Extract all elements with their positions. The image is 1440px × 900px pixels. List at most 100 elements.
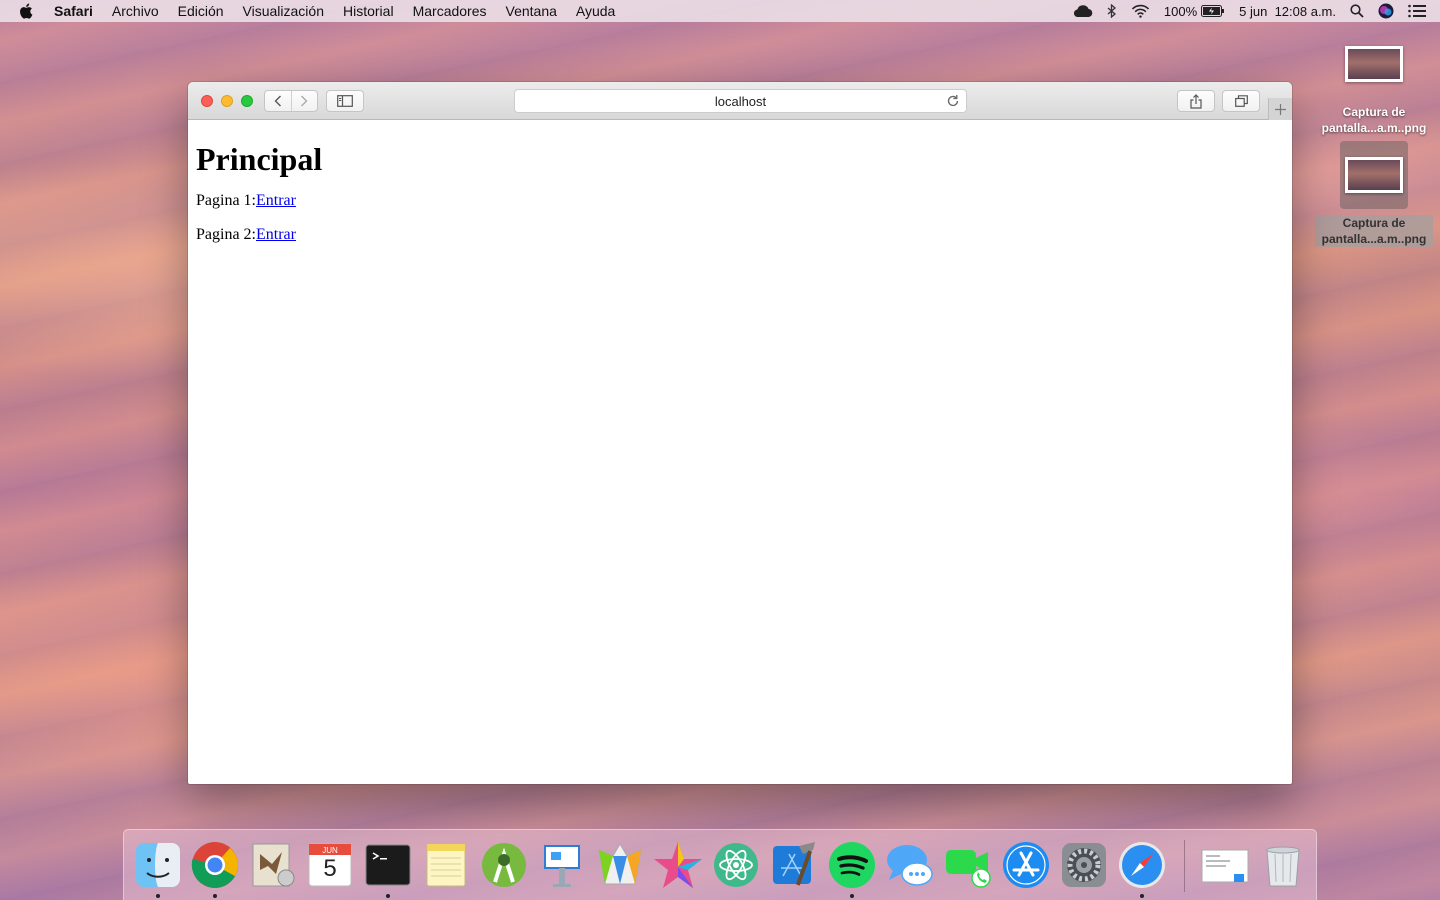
gear-icon — [1062, 843, 1106, 887]
dock-keynote[interactable] — [537, 840, 587, 890]
fullscreen-window-button[interactable] — [241, 95, 253, 107]
page-1-enter-link[interactable]: Entrar — [256, 192, 296, 209]
android-studio-icon — [482, 843, 526, 887]
dock-downloads-stack[interactable] — [1200, 840, 1250, 890]
new-tab-button[interactable] — [1268, 98, 1292, 120]
minimize-window-button[interactable] — [221, 95, 233, 107]
running-indicator — [1140, 894, 1144, 898]
atom-icon — [714, 843, 758, 887]
back-button[interactable] — [265, 91, 291, 111]
safari-icon — [1119, 842, 1165, 888]
design-app-icon — [598, 843, 642, 885]
menu-ayuda[interactable]: Ayuda — [576, 3, 615, 19]
notification-center-icon[interactable] — [1408, 4, 1426, 18]
dock-spotify[interactable] — [827, 840, 877, 898]
sidebar-toggle-button[interactable] — [326, 90, 364, 112]
running-indicator — [213, 894, 217, 898]
cloud-icon[interactable] — [1071, 4, 1093, 18]
dock-system-preferences[interactable] — [1059, 840, 1109, 890]
forward-button[interactable] — [290, 91, 317, 111]
trash-icon — [1266, 846, 1300, 887]
dock-chrome[interactable] — [190, 840, 240, 898]
file-label: Captura de pantalla...a.m..png — [1315, 215, 1433, 247]
battery-percent: 100% — [1163, 3, 1198, 19]
page-heading: Principal — [196, 141, 323, 177]
bluetooth-icon[interactable] — [1107, 4, 1117, 18]
dock-messages[interactable] — [885, 840, 935, 890]
dock-calendar[interactable]: JUN 5 — [305, 840, 355, 890]
menu-visualizacion[interactable]: Visualización — [243, 3, 324, 19]
wifi-icon[interactable] — [1131, 4, 1150, 18]
tabs-icon — [1234, 95, 1248, 107]
spotlight-search-icon[interactable] — [1350, 4, 1364, 18]
desktop-file-screenshot-2[interactable]: Captura de pantalla...a.m..png — [1314, 141, 1434, 248]
dock-app-store[interactable] — [1001, 840, 1051, 890]
plus-icon — [1275, 103, 1286, 115]
spotify-icon — [829, 842, 875, 888]
chrome-icon — [191, 842, 238, 888]
menu-historial[interactable]: Historial — [343, 3, 394, 19]
battery-icon — [1201, 5, 1225, 17]
menu-archivo[interactable]: Archivo — [112, 3, 159, 19]
file-label: Captura de pantalla...a.m..png — [1321, 105, 1427, 135]
dock-superstar[interactable] — [653, 840, 703, 890]
dock-trash[interactable] — [1258, 840, 1308, 890]
dock: JUN 5 — [123, 829, 1317, 900]
address-text: localhost — [714, 93, 767, 109]
dock-design-app[interactable] — [595, 840, 645, 890]
apple-menu-icon[interactable] — [18, 2, 36, 20]
close-window-button[interactable] — [201, 95, 213, 107]
dock-terminal[interactable] — [363, 840, 413, 898]
app-store-icon — [1003, 842, 1049, 888]
menu-app-safari[interactable]: Safari — [54, 3, 93, 19]
menu-clock[interactable]: 5 jun 12:08 a.m. — [1239, 4, 1336, 19]
tab-overview-button[interactable] — [1222, 90, 1260, 112]
battery-status[interactable]: 100% — [1164, 4, 1225, 19]
dock-facetime[interactable] — [943, 840, 993, 890]
desktop-file-screenshot-1[interactable]: Captura de pantalla...a.m..png — [1314, 46, 1434, 136]
dock-android-studio[interactable] — [479, 840, 529, 890]
running-indicator — [156, 894, 160, 898]
menu-bar: Safari Archivo Edición Visualización His… — [0, 0, 1440, 22]
facetime-icon — [946, 850, 991, 888]
menu-edicion[interactable]: Edición — [178, 3, 224, 19]
dock-separator — [1184, 840, 1185, 892]
dock-mail[interactable] — [248, 840, 298, 890]
dock-xcode[interactable] — [769, 840, 819, 890]
mail-icon — [252, 843, 295, 887]
siri-icon[interactable] — [1378, 3, 1394, 19]
navigation-buttons — [264, 90, 318, 112]
star-icon — [654, 842, 702, 888]
chevron-left-icon — [274, 95, 281, 107]
dock-safari[interactable] — [1117, 840, 1167, 898]
file-thumbnail — [1345, 46, 1403, 82]
dock-notes[interactable] — [421, 840, 471, 890]
calendar-day: 5 — [323, 855, 337, 882]
messages-icon — [887, 845, 933, 886]
window-controls — [201, 95, 253, 107]
browser-toolbar: localhost — [188, 82, 1292, 120]
share-button[interactable] — [1177, 90, 1215, 112]
page-2-enter-link[interactable]: Entrar — [256, 226, 296, 243]
address-bar[interactable]: localhost — [514, 89, 967, 113]
sidebar-icon — [337, 95, 353, 107]
calendar-month: JUN — [322, 846, 338, 855]
menu-marcadores[interactable]: Marcadores — [413, 3, 487, 19]
page-2-label: Pagina 2: — [196, 226, 256, 243]
menu-ventana[interactable]: Ventana — [506, 3, 557, 19]
finder-icon — [136, 843, 180, 887]
dock-finder[interactable] — [133, 840, 183, 898]
page-row-1: Pagina 1:Entrar — [196, 192, 1284, 210]
dock-atom[interactable] — [711, 840, 761, 890]
notes-icon — [426, 843, 466, 887]
safari-window: localhost Principal Pagina 1:Entrar Pagi… — [188, 82, 1292, 784]
share-icon — [1190, 93, 1202, 109]
page-1-label: Pagina 1: — [196, 192, 256, 209]
keynote-icon — [544, 845, 580, 887]
chevron-right-icon — [301, 95, 308, 107]
running-indicator — [850, 894, 854, 898]
xcode-icon — [773, 842, 815, 886]
terminal-icon — [365, 844, 411, 886]
reload-icon[interactable] — [946, 94, 960, 108]
running-indicator — [386, 894, 390, 898]
